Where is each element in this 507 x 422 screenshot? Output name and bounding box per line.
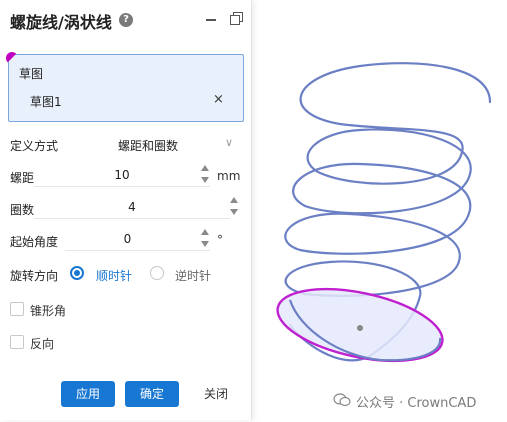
apply-button[interactable]: 应用 — [61, 381, 115, 407]
ok-button[interactable]: 确定 — [125, 381, 179, 407]
pitch-unit: mm — [217, 169, 241, 183]
turns-value[interactable]: 4 — [34, 200, 230, 214]
chevron-down-icon[interactable]: ∨ — [225, 136, 233, 149]
pitch-stepper[interactable] — [201, 163, 211, 187]
close-button[interactable]: 关闭 — [193, 381, 239, 407]
panel-header: 螺旋线/涡状线 ? — [10, 8, 245, 32]
reverse-checkbox[interactable] — [10, 335, 24, 349]
clockwise-label[interactable]: 顺时针 — [96, 267, 132, 284]
rotation-label: 旋转方向 — [10, 269, 59, 283]
start-angle-value[interactable]: 0 — [65, 232, 190, 246]
pitch-row: 螺距 10 mm — [10, 164, 242, 188]
definition-select[interactable]: 定义方式 螺距和圈数 ∨ — [10, 132, 242, 156]
panel-title: 螺旋线/涡状线 — [10, 13, 112, 32]
restore-icon[interactable] — [230, 12, 243, 25]
start-angle-input[interactable]: 0 — [65, 228, 210, 251]
taper-row[interactable]: 锥形角 — [10, 298, 210, 322]
start-angle-unit: ° — [217, 233, 223, 247]
sketch-selection-box[interactable]: 草图 草图1 × — [6, 52, 244, 122]
taper-checkbox[interactable] — [10, 302, 24, 316]
turns-input[interactable]: 4 — [34, 196, 230, 219]
definition-label: 定义方式 — [10, 139, 59, 153]
pitch-input[interactable]: 10 — [34, 164, 210, 187]
reverse-row[interactable]: 反向 — [10, 331, 210, 355]
wechat-icon — [333, 393, 351, 407]
center-point[interactable] — [357, 325, 363, 331]
clockwise-radio[interactable] — [70, 266, 84, 280]
reverse-label[interactable]: 反向 — [30, 335, 54, 352]
close-icon[interactable]: × — [213, 92, 224, 107]
pitch-value[interactable]: 10 — [34, 168, 210, 182]
start-angle-stepper[interactable] — [201, 227, 211, 251]
taper-label[interactable]: 锥形角 — [30, 302, 66, 319]
counterclockwise-radio[interactable] — [150, 266, 164, 280]
selected-sketch[interactable]: 草图1 — [30, 93, 62, 110]
turns-stepper[interactable] — [230, 195, 240, 219]
pitch-label: 螺距 — [10, 171, 35, 185]
definition-value[interactable]: 螺距和圈数 — [118, 137, 178, 154]
start-angle-label: 起始角度 — [10, 235, 59, 249]
turns-row: 圈数 4 — [10, 196, 242, 220]
3d-viewport[interactable] — [252, 0, 507, 422]
counterclockwise-label[interactable]: 逆时针 — [175, 267, 211, 284]
watermark-text: 公众号 · CrownCAD — [356, 396, 477, 411]
minimize-icon[interactable] — [206, 19, 216, 21]
rotation-row: 旋转方向 顺时针 逆时针 — [10, 262, 242, 286]
start-angle-row: 起始角度 0 ° — [10, 228, 242, 252]
sketch-label: 草图 — [19, 67, 44, 81]
active-indicator — [6, 52, 18, 64]
helix-panel: 螺旋线/涡状线 ? 草图 草图1 × 定义方式 螺距和圈数 ∨ 螺距 10 mm… — [0, 0, 252, 420]
help-icon[interactable]: ? — [119, 13, 133, 27]
turns-label: 圈数 — [10, 203, 35, 217]
